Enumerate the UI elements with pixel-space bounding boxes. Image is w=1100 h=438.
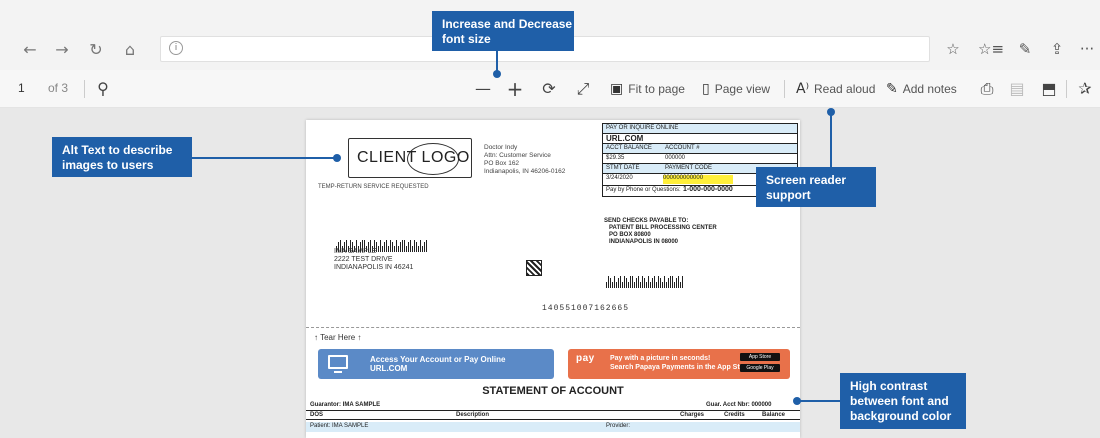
info-icon[interactable]: i	[169, 41, 183, 55]
callout-contrast: High contrast between font and backgroun…	[840, 373, 966, 429]
provider-label: Provider:	[606, 423, 631, 429]
app-store-badge: App Store	[740, 353, 780, 361]
id-number: 140551007162665	[542, 304, 630, 313]
page-count: of 3	[48, 81, 69, 95]
callout-dot	[827, 108, 835, 116]
phone-label: Pay by Phone or Questions:	[606, 187, 681, 193]
stmt-date-label: STMT DATE	[606, 165, 640, 171]
col-description: Description	[456, 412, 490, 418]
pdf-toolbar: 1 of 3 ⚲ — + ⟳ ⤢ ▣ Fit to page ▯ Page view…	[0, 70, 1100, 108]
col-credits: Credits	[724, 412, 745, 418]
phone-number: 1-000-000-0000	[683, 186, 733, 193]
col-dos: DOS	[310, 412, 324, 418]
temp-return-text: TEMP-RETURN SERVICE REQUESTED	[318, 184, 429, 190]
add-notes-button[interactable]: ✎ Add notes	[886, 79, 957, 99]
pay-picture-text: Pay with a picture in seconds! Search Pa…	[610, 355, 751, 371]
qr-code	[526, 260, 542, 276]
read-aloud-label: Read aloud	[814, 82, 876, 96]
google-play-badge: Google Play	[740, 364, 780, 372]
more-icon[interactable]: ···	[1076, 38, 1098, 60]
callout-dot	[493, 70, 501, 78]
logo-text: CLIENT LOGO	[357, 149, 470, 166]
monitor-icon	[328, 355, 348, 369]
tear-here-label: ↑ Tear Here ↑	[314, 333, 362, 342]
toolbar-divider	[1066, 80, 1067, 98]
payment-code-label: PAYMENT CODE	[665, 165, 713, 171]
statement-table-header: DOS Description Charges Credits Balance	[306, 410, 800, 420]
callout-connector	[830, 112, 832, 168]
page-view-button[interactable]: ▯ Page view	[702, 79, 770, 99]
col-balance: Balance	[762, 412, 786, 418]
favorites-list-icon[interactable]: ☆≡	[978, 38, 1004, 60]
page-view-label: Page view	[714, 82, 771, 96]
notes-pen-icon[interactable]: ✎	[1014, 38, 1036, 60]
tear-line	[306, 327, 800, 328]
page-number-input[interactable]: 1	[18, 81, 25, 95]
account-label: ACCOUNT #	[665, 145, 700, 151]
fit-to-page-label: Fit to page	[628, 82, 685, 96]
callout-screen-reader: Screen reader support	[756, 167, 876, 207]
pay-online-banner: Access Your Account or Pay Online URL.CO…	[318, 349, 554, 379]
pay-url: URL.COM	[606, 134, 644, 143]
pay-picture-banner: pay Pay with a picture in seconds! Searc…	[568, 349, 790, 379]
remittance-barcode	[606, 270, 684, 288]
recipient-address: IMA SAMPLE 2222 TEST DRIVE INDIANAPOLIS …	[334, 248, 414, 271]
pay-online-header: PAY OR INQUIRE ONLINE	[606, 125, 679, 131]
send-checks-address: SEND CHECKS PAYABLE TO: PATIENT BILL PRO…	[604, 218, 717, 245]
client-logo: CLIENT LOGO	[348, 138, 472, 178]
search-icon[interactable]: ⚲	[92, 78, 114, 100]
back-icon[interactable]: ←	[18, 38, 42, 62]
toolbar-divider	[84, 80, 85, 98]
payment-code-value: 000000000000	[663, 175, 733, 184]
table-row: Patient: IMA SAMPLE Provider:	[306, 422, 800, 432]
monitor-stand	[334, 371, 342, 373]
fit-to-page-button[interactable]: ▣ Fit to page	[610, 79, 685, 99]
sender-address: Doctor Indy Attn: Customer Service PO Bo…	[484, 144, 566, 175]
papaya-logo: pay	[576, 353, 595, 364]
guarantor-account: Guar. Acct Nbr: 000000	[706, 402, 772, 408]
statement-title: STATEMENT OF ACCOUNT	[482, 385, 624, 397]
account-value: 000000	[665, 155, 686, 161]
fit-page-icon: ▣	[610, 81, 624, 97]
acct-balance-value: $29.35	[606, 155, 625, 161]
pin-icon[interactable]: ✰	[1074, 78, 1096, 100]
forward-icon[interactable]: →	[50, 38, 74, 62]
stmt-date-value: 3/24/2020	[606, 175, 633, 181]
zoom-in-icon[interactable]: +	[504, 78, 526, 100]
document-page: CLIENT LOGO Doctor Indy Attn: Customer S…	[306, 120, 800, 438]
rotate-icon[interactable]: ⟳	[538, 78, 560, 100]
fullscreen-icon[interactable]: ⤢	[572, 78, 594, 100]
callout-font-size: Increase and Decrease font size	[432, 11, 574, 51]
browser-window: ← → ↻ ⌂ i ☆ ☆≡ ✎ ⇪ ··· 1 of 3 ⚲ — + ⟳ ⤢ …	[0, 0, 1100, 438]
callout-connector	[796, 400, 840, 402]
print-icon[interactable]: ⎙	[976, 78, 998, 100]
add-notes-label: Add notes	[902, 82, 957, 96]
read-aloud-button[interactable]: A⁾ Read aloud	[796, 79, 875, 99]
zoom-out-icon[interactable]: —	[472, 78, 494, 100]
home-icon[interactable]: ⌂	[118, 38, 142, 62]
add-notes-icon: ✎	[886, 81, 898, 97]
callout-dot	[333, 154, 341, 162]
patient-name: Patient: IMA SAMPLE	[310, 423, 369, 429]
guarantor: Guarantor: IMA SAMPLE	[310, 402, 381, 408]
toolbar-divider	[784, 80, 785, 98]
acct-balance-label: ACCT BALANCE	[606, 145, 652, 151]
favorite-star-icon[interactable]: ☆	[942, 38, 964, 60]
pay-online-text: Access Your Account or Pay Online URL.CO…	[370, 355, 506, 373]
callout-dot	[793, 397, 801, 405]
postal-barcode	[336, 234, 428, 252]
save-icon[interactable]: ▤	[1006, 78, 1028, 100]
page-view-icon: ▯	[702, 81, 710, 97]
callout-alt-text: Alt Text to describe images to users	[52, 137, 192, 177]
col-charges: Charges	[680, 412, 705, 418]
read-aloud-icon: A⁾	[796, 81, 810, 97]
refresh-icon[interactable]: ↻	[84, 38, 108, 62]
save-as-icon[interactable]: ⬒	[1038, 78, 1060, 100]
callout-connector	[192, 157, 336, 159]
share-icon[interactable]: ⇪	[1046, 38, 1068, 60]
